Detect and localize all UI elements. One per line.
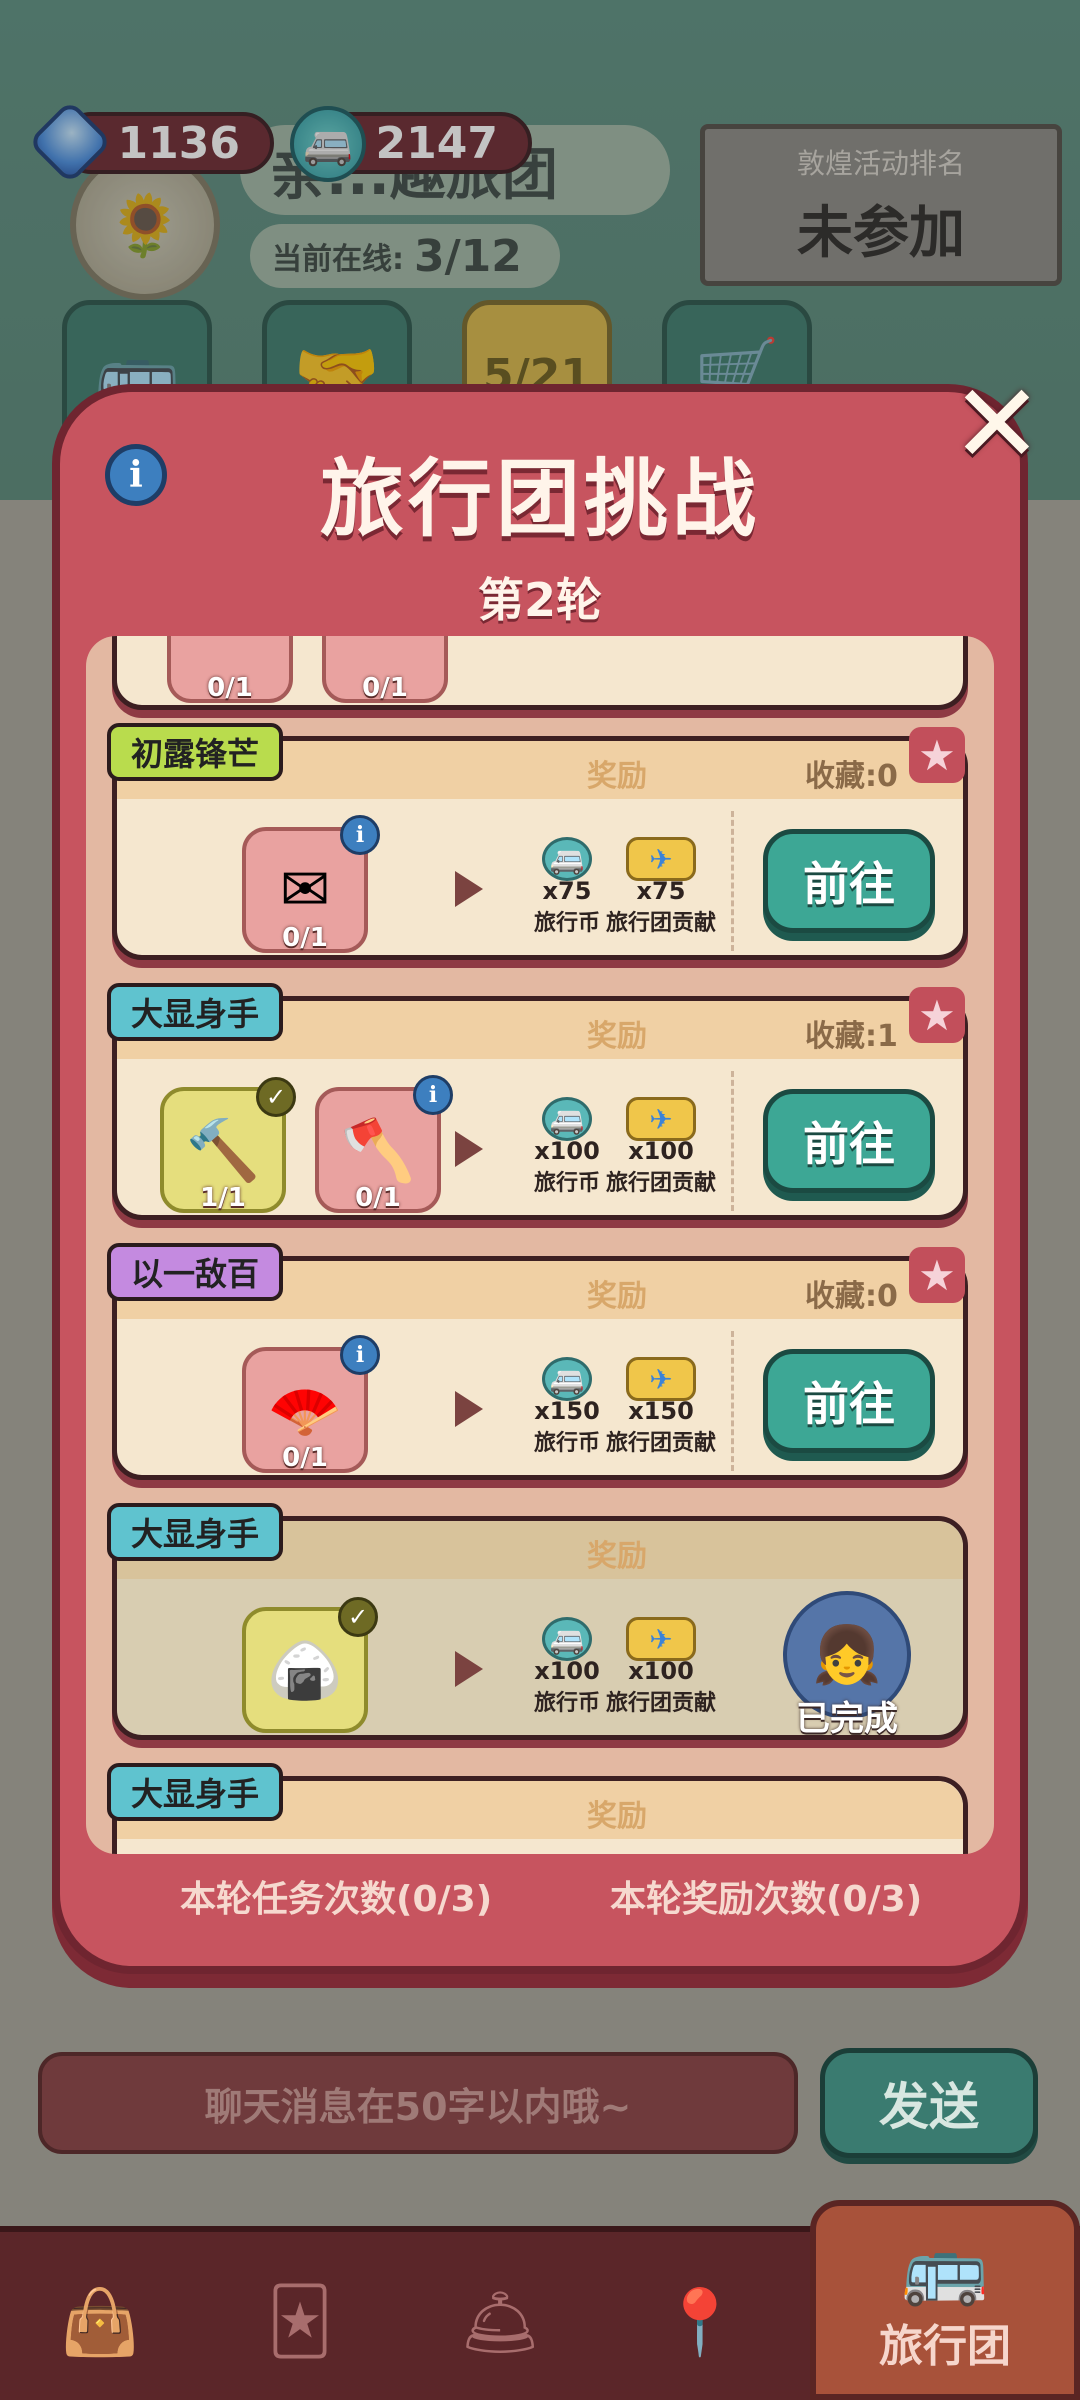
go-button[interactable]: 前往 <box>763 1349 935 1453</box>
divider <box>731 1331 734 1471</box>
item-count: 0/1 <box>362 673 408 703</box>
online-label: 当前在线: <box>272 242 404 277</box>
reward-label: 奖励 <box>587 759 647 794</box>
reward-count: 本轮奖励次数(0/3) <box>610 1879 923 1920</box>
item-count: 0/1 <box>355 1183 401 1213</box>
reward-name: 旅行团贡献 <box>605 1431 716 1456</box>
reward-contribution: ✈ x100 旅行团贡献 <box>601 1097 721 1197</box>
info-icon[interactable]: i <box>413 1075 453 1115</box>
task-card: 以一敌百 奖励 收藏:0 ★ 🪭 i 0/1 🚐 x150 旅行币 ✈ x150… <box>107 1243 968 1480</box>
info-icon[interactable]: i <box>340 815 380 855</box>
travel-coin-icon: 🚐 <box>542 1357 592 1401</box>
close-icon[interactable]: ✕ <box>945 360 1049 488</box>
task-tag: 大显身手 <box>107 1503 284 1561</box>
go-button[interactable]: 前往 <box>763 1089 935 1193</box>
item-count: 0/1 <box>282 923 328 953</box>
collect-count: 收藏:1 <box>805 1019 898 1054</box>
item-count: 0/1 <box>282 1443 328 1473</box>
arrow-right-icon <box>455 871 483 907</box>
task-list[interactable]: 0/1 0/1 初露锋芒 奖励 收藏:0 ★ ✉ i 0/1 🚐 x75 旅行币 <box>86 636 994 1854</box>
reward-label: 奖励 <box>587 1019 647 1054</box>
item-count: 1/1 <box>200 1183 246 1213</box>
task-item[interactable]: 0/1 <box>322 636 448 703</box>
check-icon: ✓ <box>338 1597 378 1637</box>
modal-title: 旅行团挑战 <box>319 450 760 548</box>
reward-contribution: ✈ x100 旅行团贡献 <box>601 1617 721 1717</box>
task-card: 初露锋芒 奖励 收藏:0 ★ ✉ i 0/1 🚐 x75 旅行币 ✈ x75 旅… <box>107 723 968 960</box>
task-count: 本轮任务次数(0/3) <box>180 1879 493 1920</box>
go-button[interactable]: 前往 <box>763 829 935 933</box>
task-tag: 初露锋芒 <box>107 723 284 781</box>
map-pin-icon[interactable]: 📍 <box>650 2272 750 2372</box>
bag-icon[interactable]: 👜 <box>50 2272 150 2372</box>
completed-label: 已完成 <box>796 1699 898 1739</box>
rank-header: 敦煌活动排名 <box>796 146 965 180</box>
service-bell-icon[interactable]: 🛎 <box>450 2272 550 2372</box>
collect-count: 收藏:0 <box>805 1279 898 1314</box>
reward-label: 奖励 <box>587 1279 647 1314</box>
info-icon[interactable]: i <box>340 1335 380 1375</box>
hammer-icon[interactable]: 🔨 ✓ 1/1 <box>160 1077 296 1213</box>
reward-name: 旅行团贡献 <box>605 911 716 936</box>
item-count: 0/1 <box>207 673 253 703</box>
task-item[interactable]: 0/1 <box>167 636 293 703</box>
task-card: 大显身手 奖励 收藏:1 ★ 🔨 ✓ 1/1 🪓 i 0/1 🚐 x100 旅行… <box>107 983 968 1220</box>
rank-value: 未参加 <box>797 200 965 266</box>
travel-coin-count: 2147 <box>375 117 498 169</box>
check-icon: ✓ <box>256 1077 296 1117</box>
mallet-icon[interactable]: 🪓 i 0/1 <box>315 1075 453 1213</box>
task-tag: 大显身手 <box>107 1763 284 1821</box>
online-count: 3/12 <box>414 230 522 282</box>
reward-amount: x100 <box>628 1657 694 1685</box>
reward-name: 旅行团贡献 <box>605 1171 716 1196</box>
task-tag: 以一敌百 <box>107 1243 284 1301</box>
travel-coin-icon: 🚐 <box>290 106 366 182</box>
reward-amount: x100 <box>628 1137 694 1165</box>
collect-count: 收藏:0 <box>805 759 898 794</box>
round-label: 第2轮 <box>477 573 602 627</box>
travel-coin-icon: 🚐 <box>542 1097 592 1141</box>
cards-icon[interactable]: 🃏 <box>250 2272 350 2372</box>
event-rank-board[interactable]: 敦煌活动排名 未参加 <box>700 124 1062 286</box>
rice-dumpling-icon[interactable]: 🍙 ✓ <box>242 1597 378 1733</box>
travel-coin-icon: 🚐 <box>542 1617 592 1661</box>
divider <box>731 811 734 951</box>
star-icon[interactable]: ★ <box>909 727 965 783</box>
plane-ticket-icon: ✈ <box>626 837 696 881</box>
reward-name: 旅行团贡献 <box>605 1691 716 1716</box>
chat-input[interactable]: 聊天消息在50字以内哦~ <box>38 2052 798 2154</box>
nav-tab-travel-group[interactable]: 🚌 旅行团 <box>810 2200 1080 2400</box>
bus-icon: 🚌 <box>901 2226 989 2309</box>
star-icon[interactable]: ★ <box>909 1247 965 1303</box>
fan-icon[interactable]: 🪭 i 0/1 <box>242 1335 380 1473</box>
star-icon[interactable]: ★ <box>909 987 965 1043</box>
send-button[interactable]: 发送 <box>820 2048 1038 2158</box>
reward-amount: x75 <box>636 877 686 905</box>
reward-contribution: ✈ x75 旅行团贡献 <box>601 837 721 937</box>
reward-amount: x150 <box>628 1397 694 1425</box>
reward-contribution: ✈ x150 旅行团贡献 <box>601 1357 721 1457</box>
arrow-right-icon <box>455 1131 483 1167</box>
plane-ticket-icon: ✈ <box>626 1097 696 1141</box>
arrow-right-icon <box>455 1651 483 1687</box>
divider <box>731 1071 734 1211</box>
reward-label: 奖励 <box>587 1539 647 1574</box>
nav-tab-label: 旅行团 <box>879 2320 1011 2372</box>
task-card-completed: 大显身手 奖励 🍙 ✓ 🚐 x100 旅行币 ✈ x100 旅行团贡献 👧 已完… <box>107 1503 968 1740</box>
online-status: 当前在线: 3/12 <box>250 224 560 288</box>
travel-challenge-modal: i 旅行团挑战 ✕ 第2轮 0/1 0/1 初露锋芒 奖励 收藏:0 ★ ✉ i… <box>52 360 1043 1974</box>
task-tag: 大显身手 <box>107 983 284 1041</box>
envelope-icon[interactable]: ✉ i 0/1 <box>242 815 380 953</box>
task-card-partial: 大显身手 奖励 <box>107 1763 968 1854</box>
plane-ticket-icon: ✈ <box>626 1617 696 1661</box>
travel-coin-icon: 🚐 <box>542 837 592 881</box>
plane-ticket-icon: ✈ <box>626 1357 696 1401</box>
arrow-right-icon <box>455 1391 483 1427</box>
reward-label: 奖励 <box>587 1799 647 1834</box>
gem-count: 1136 <box>117 117 240 169</box>
task-card-partial: 0/1 0/1 <box>112 636 968 710</box>
